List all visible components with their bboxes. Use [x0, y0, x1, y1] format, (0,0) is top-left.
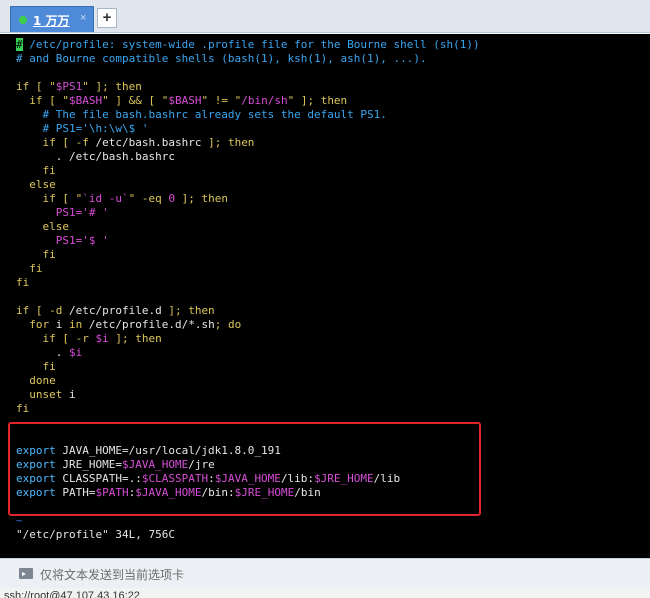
highlight-annotation-box — [8, 422, 481, 516]
terminal-line: . /etc/bash.bashrc — [16, 150, 480, 164]
terminal-text-segment: fi — [16, 402, 30, 415]
terminal-text-segment: $BASH — [168, 94, 202, 107]
terminal-line: if [ -r $i ]; then — [16, 332, 480, 346]
terminal-text-segment: # and Bourne compatible shells (bash(1),… — [16, 52, 427, 65]
terminal-text-segment: ]; then — [108, 332, 162, 345]
terminal-line: PS1='$ ' — [16, 234, 480, 248]
terminal-text-segment: else — [16, 178, 56, 191]
terminal-line: unset i — [16, 388, 480, 402]
session-tab-label: 1 万万 — [33, 14, 70, 28]
terminal-text-segment: fi — [16, 262, 43, 275]
terminal-text-segment: i — [68, 388, 76, 401]
terminal-line: if [ "`id -u`" -eq 0 ]; then — [16, 192, 480, 206]
terminal-text-segment: in — [62, 318, 89, 331]
terminal-line: "/etc/profile" 34L, 756C — [16, 528, 480, 542]
terminal-line: if [ -d /etc/profile.d ]; then — [16, 304, 480, 318]
terminal-line: fi — [16, 360, 480, 374]
terminal-line: if [ "$BASH" ] && [ "$BASH" != "/bin/sh"… — [16, 94, 480, 108]
text-cursor: # — [16, 38, 23, 51]
terminal-line: fi — [16, 248, 480, 262]
terminal-text-segment: " ]; then — [287, 94, 348, 107]
terminal-text-segment: 0 — [168, 192, 175, 205]
terminal-line: for i in /etc/profile.d/*.sh; do — [16, 318, 480, 332]
terminal-text-segment: " ] && [ " — [102, 94, 169, 107]
send-to-tab-label: 仅将文本发送到当前选项卡 — [40, 568, 185, 582]
terminal-text-segment: . — [16, 346, 69, 359]
terminal-text-segment: fi — [16, 276, 30, 289]
terminal-text-segment: fi — [16, 248, 56, 261]
connection-address: ssh://root@47.107.43.16:22 — [4, 590, 140, 598]
terminal-line: ~ — [16, 514, 480, 528]
tab-bar: 1 万万 × + — [0, 0, 650, 33]
terminal-line: else — [16, 178, 480, 192]
terminal-text-segment: /etc/profile.d — [68, 304, 162, 317]
terminal-text-segment: " -eq — [128, 192, 169, 205]
terminal-line: else — [16, 220, 480, 234]
terminal-text-segment: fi — [16, 360, 56, 373]
terminal-text-segment: if [ -d — [16, 304, 69, 317]
terminal-line: # The file bash.bashrc already sets the … — [16, 108, 480, 122]
terminal-line: fi — [16, 276, 480, 290]
terminal-line: # /etc/profile: system-wide .profile fil… — [16, 38, 480, 52]
terminal-text-segment: $BASH — [68, 94, 103, 107]
terminal-text-segment: /etc/bash.bashrc — [95, 136, 202, 149]
terminal-text-segment: done — [16, 374, 56, 387]
close-tab-icon[interactable]: × — [80, 12, 86, 24]
terminal-text-segment: else — [16, 220, 69, 233]
terminal-line: fi — [16, 164, 480, 178]
terminal-text-segment: . /etc/bash.bashrc — [16, 150, 175, 163]
terminal-text-segment: ]; then — [161, 304, 215, 317]
terminal-text-segment: " ]; then — [82, 80, 142, 93]
terminal-text-segment: `id -u` — [82, 192, 129, 205]
terminal-text-segment: '$ ' — [82, 234, 109, 247]
terminal-text-segment: /bin/sh — [241, 94, 288, 107]
terminal-text-segment: $i — [68, 346, 83, 359]
terminal-text-segment: PS1= — [16, 234, 83, 247]
terminal-text-segment: if [ " — [16, 192, 83, 205]
status-bar: ssh://root@47.107.43.16:22 — [0, 588, 650, 598]
terminal-text-segment: if [ -r — [16, 332, 96, 345]
terminal-text-segment: unset — [16, 388, 69, 401]
session-tab[interactable]: 1 万万 × — [10, 6, 94, 32]
terminal-text-segment: $i — [95, 332, 109, 345]
connected-status-icon — [19, 16, 27, 24]
terminal-text-segment: /etc/profile.d/*.sh — [88, 318, 215, 331]
terminal-screen[interactable]: # /etc/profile: system-wide .profile fil… — [0, 34, 650, 558]
terminal-line: PS1='# ' — [16, 206, 480, 220]
terminal-text-segment: '# ' — [82, 206, 109, 219]
terminal-text-segment: for — [16, 318, 56, 331]
terminal-text-segment: # The file bash.bashrc already sets the … — [16, 108, 387, 121]
terminal-line: if [ "$PS1" ]; then — [16, 80, 480, 94]
terminal-text-segment: ; do — [214, 318, 242, 331]
terminal-text-segment: fi — [16, 164, 56, 177]
terminal-text-segment: /etc/profile: system-wide .profile file … — [22, 38, 480, 51]
new-tab-button[interactable]: + — [97, 8, 117, 28]
send-text-icon — [19, 568, 33, 579]
terminal-text-segment: # PS1='\h:\w\$ ' — [16, 122, 149, 135]
terminal-text-segment: "/etc/profile" 34L, 756C — [16, 528, 175, 541]
terminal-text-segment: if [ " — [16, 94, 69, 107]
terminal-line: if [ -f /etc/bash.bashrc ]; then — [16, 136, 480, 150]
terminal-line: fi — [16, 262, 480, 276]
terminal-line: . $i — [16, 346, 480, 360]
terminal-text-segment: if [ -f — [16, 136, 96, 149]
terminal-text-segment: ]; then — [174, 192, 228, 205]
terminal-text-segment: $PS1 — [55, 80, 83, 93]
terminal-line: fi — [16, 402, 480, 416]
terminal-line: # PS1='\h:\w\$ ' — [16, 122, 480, 136]
send-to-tab-bar[interactable]: 仅将文本发送到当前选项卡 — [0, 558, 650, 588]
terminal-line: done — [16, 374, 480, 388]
terminal-line: # and Bourne compatible shells (bash(1),… — [16, 52, 480, 66]
terminal-text-segment: PS1= — [16, 206, 83, 219]
terminal-text-segment: " != " — [201, 94, 242, 107]
terminal-text-segment: if [ " — [16, 80, 56, 93]
terminal-text-segment: ]; then — [201, 136, 255, 149]
